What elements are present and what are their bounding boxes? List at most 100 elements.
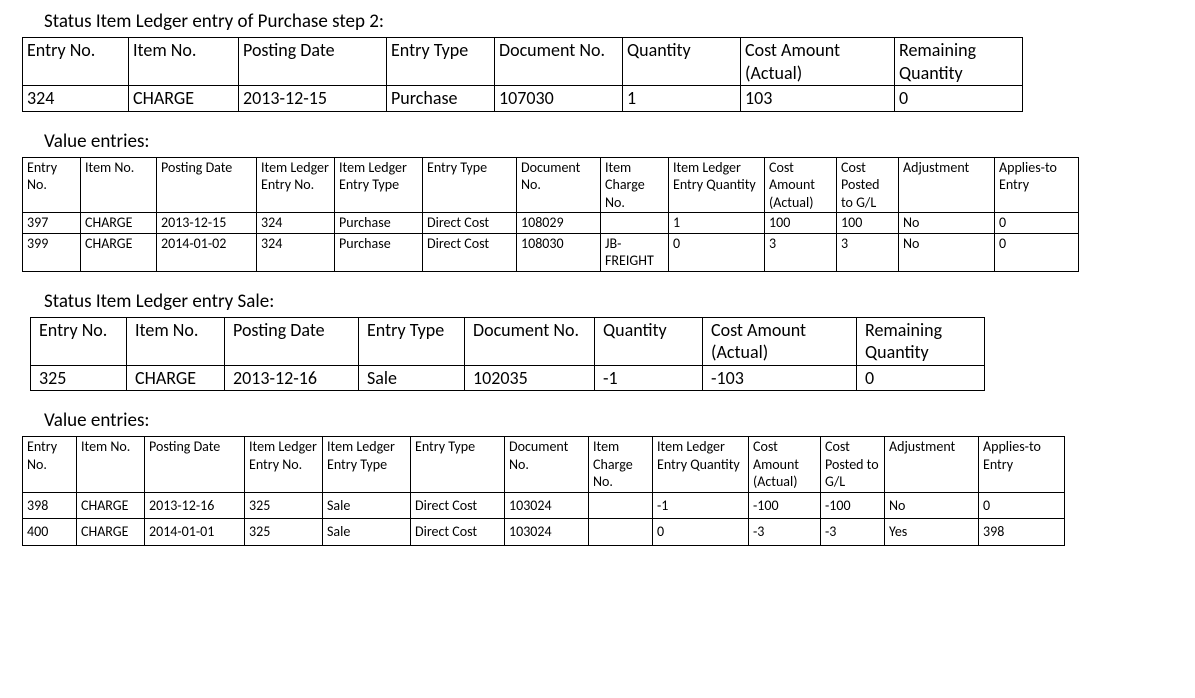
cell: 1 — [623, 86, 741, 112]
table-row: 325 CHARGE 2013-12-16 Sale 102035 -1 -10… — [31, 365, 985, 391]
col-header: Entry Type — [387, 38, 495, 86]
section2-title: Value entries: — [44, 130, 1183, 153]
cell: 2013-12-16 — [145, 492, 245, 519]
col-header: Item No. — [129, 38, 239, 86]
col-header: Item No. — [77, 437, 145, 493]
cell: Purchase — [387, 86, 495, 112]
cell: 1 — [669, 213, 765, 234]
cell: -1 — [653, 492, 749, 519]
col-header: Item No. — [81, 157, 157, 213]
col-header: Item Ledger Entry Quantity — [653, 437, 749, 493]
cell: CHARGE — [77, 492, 145, 519]
col-header: Item Charge No. — [601, 157, 669, 213]
cell: No — [885, 492, 979, 519]
cell: 398 — [979, 519, 1065, 546]
cell: 324 — [23, 86, 129, 112]
cell — [589, 519, 653, 546]
col-header: Posting Date — [145, 437, 245, 493]
col-header: Cost Posted to G/L — [821, 437, 885, 493]
col-header: Cost Posted to G/L — [837, 157, 899, 213]
cell: Yes — [885, 519, 979, 546]
col-header: Item Ledger Entry Type — [335, 157, 423, 213]
col-header: Document No. — [465, 317, 595, 365]
cell: -100 — [821, 492, 885, 519]
cell: Direct Cost — [411, 519, 505, 546]
col-header: Posting Date — [239, 38, 387, 86]
col-header: Adjustment — [885, 437, 979, 493]
cell: 103024 — [505, 519, 589, 546]
table-header-row: Entry No. Item No. Posting Date Entry Ty… — [31, 317, 985, 365]
cell: CHARGE — [81, 213, 157, 234]
cell: 325 — [31, 365, 127, 391]
table-header-row: Entry No. Item No. Posting Date Item Led… — [23, 437, 1065, 493]
col-header: Document No. — [495, 38, 623, 86]
section1-title: Status Item Ledger entry of Purchase ste… — [44, 10, 1183, 33]
cell: 103024 — [505, 492, 589, 519]
cell: 0 — [653, 519, 749, 546]
cell: Sale — [359, 365, 465, 391]
col-header: Entry Type — [423, 157, 517, 213]
cell: -3 — [749, 519, 821, 546]
col-header: Cost Amount (Actual) — [741, 38, 895, 86]
cell — [601, 213, 669, 234]
table-row: 400 CHARGE 2014-01-01 325 Sale Direct Co… — [23, 519, 1065, 546]
cell: 108030 — [517, 233, 601, 271]
col-header: Entry Type — [411, 437, 505, 493]
col-header: Entry No. — [31, 317, 127, 365]
col-header: Applies-to Entry — [995, 157, 1079, 213]
cell: 325 — [245, 519, 323, 546]
section3-title: Status Item Ledger entry Sale: — [44, 290, 1183, 313]
table-row: 324 CHARGE 2013-12-15 Purchase 107030 1 … — [23, 86, 1023, 112]
table-value-entries-sale: Entry No. Item No. Posting Date Item Led… — [22, 436, 1065, 546]
cell: JB-FREIGHT — [601, 233, 669, 271]
cell: CHARGE — [127, 365, 225, 391]
table-purchase-ledger: Entry No. Item No. Posting Date Entry Ty… — [22, 37, 1023, 112]
col-header: Posting Date — [157, 157, 257, 213]
cell: -100 — [749, 492, 821, 519]
cell: 324 — [257, 213, 335, 234]
col-header: Cost Amount (Actual) — [749, 437, 821, 493]
cell: -3 — [821, 519, 885, 546]
cell: 100 — [765, 213, 837, 234]
cell: Purchase — [335, 233, 423, 271]
cell: 325 — [245, 492, 323, 519]
table-value-entries-purchase: Entry No. Item No. Posting Date Item Led… — [22, 157, 1079, 272]
cell: 0 — [669, 233, 765, 271]
table-row: 397 CHARGE 2013-12-15 324 Purchase Direc… — [23, 213, 1079, 234]
cell: Purchase — [335, 213, 423, 234]
col-header: Item Ledger Entry Type — [323, 437, 411, 493]
cell: 0 — [895, 86, 1023, 112]
cell: 0 — [995, 213, 1079, 234]
cell: Direct Cost — [423, 213, 517, 234]
cell: Sale — [323, 492, 411, 519]
cell: 3 — [765, 233, 837, 271]
cell: 2014-01-01 — [145, 519, 245, 546]
col-header: Entry Type — [359, 317, 465, 365]
cell: 3 — [837, 233, 899, 271]
col-header: Item Charge No. — [589, 437, 653, 493]
cell: -1 — [595, 365, 703, 391]
cell: 2013-12-15 — [239, 86, 387, 112]
col-header: Cost Amount (Actual) — [765, 157, 837, 213]
cell: CHARGE — [77, 519, 145, 546]
cell: 0 — [857, 365, 985, 391]
cell: 324 — [257, 233, 335, 271]
cell: 108029 — [517, 213, 601, 234]
cell: Direct Cost — [423, 233, 517, 271]
cell: 102035 — [465, 365, 595, 391]
cell: 2014-01-02 — [157, 233, 257, 271]
col-header: Entry No. — [23, 38, 129, 86]
cell: 100 — [837, 213, 899, 234]
cell: 107030 — [495, 86, 623, 112]
table-header-row: Entry No. Item No. Posting Date Item Led… — [23, 157, 1079, 213]
table-header-row: Entry No. Item No. Posting Date Entry Ty… — [23, 38, 1023, 86]
cell: -103 — [703, 365, 857, 391]
col-header: Applies-to Entry — [979, 437, 1065, 493]
col-header: Item Ledger Entry No. — [257, 157, 335, 213]
col-header: Cost Amount (Actual) — [703, 317, 857, 365]
col-header: Quantity — [623, 38, 741, 86]
table-row: 398 CHARGE 2013-12-16 325 Sale Direct Co… — [23, 492, 1065, 519]
cell: 399 — [23, 233, 81, 271]
col-header: Document No. — [505, 437, 589, 493]
col-header: Remaining Quantity — [857, 317, 985, 365]
